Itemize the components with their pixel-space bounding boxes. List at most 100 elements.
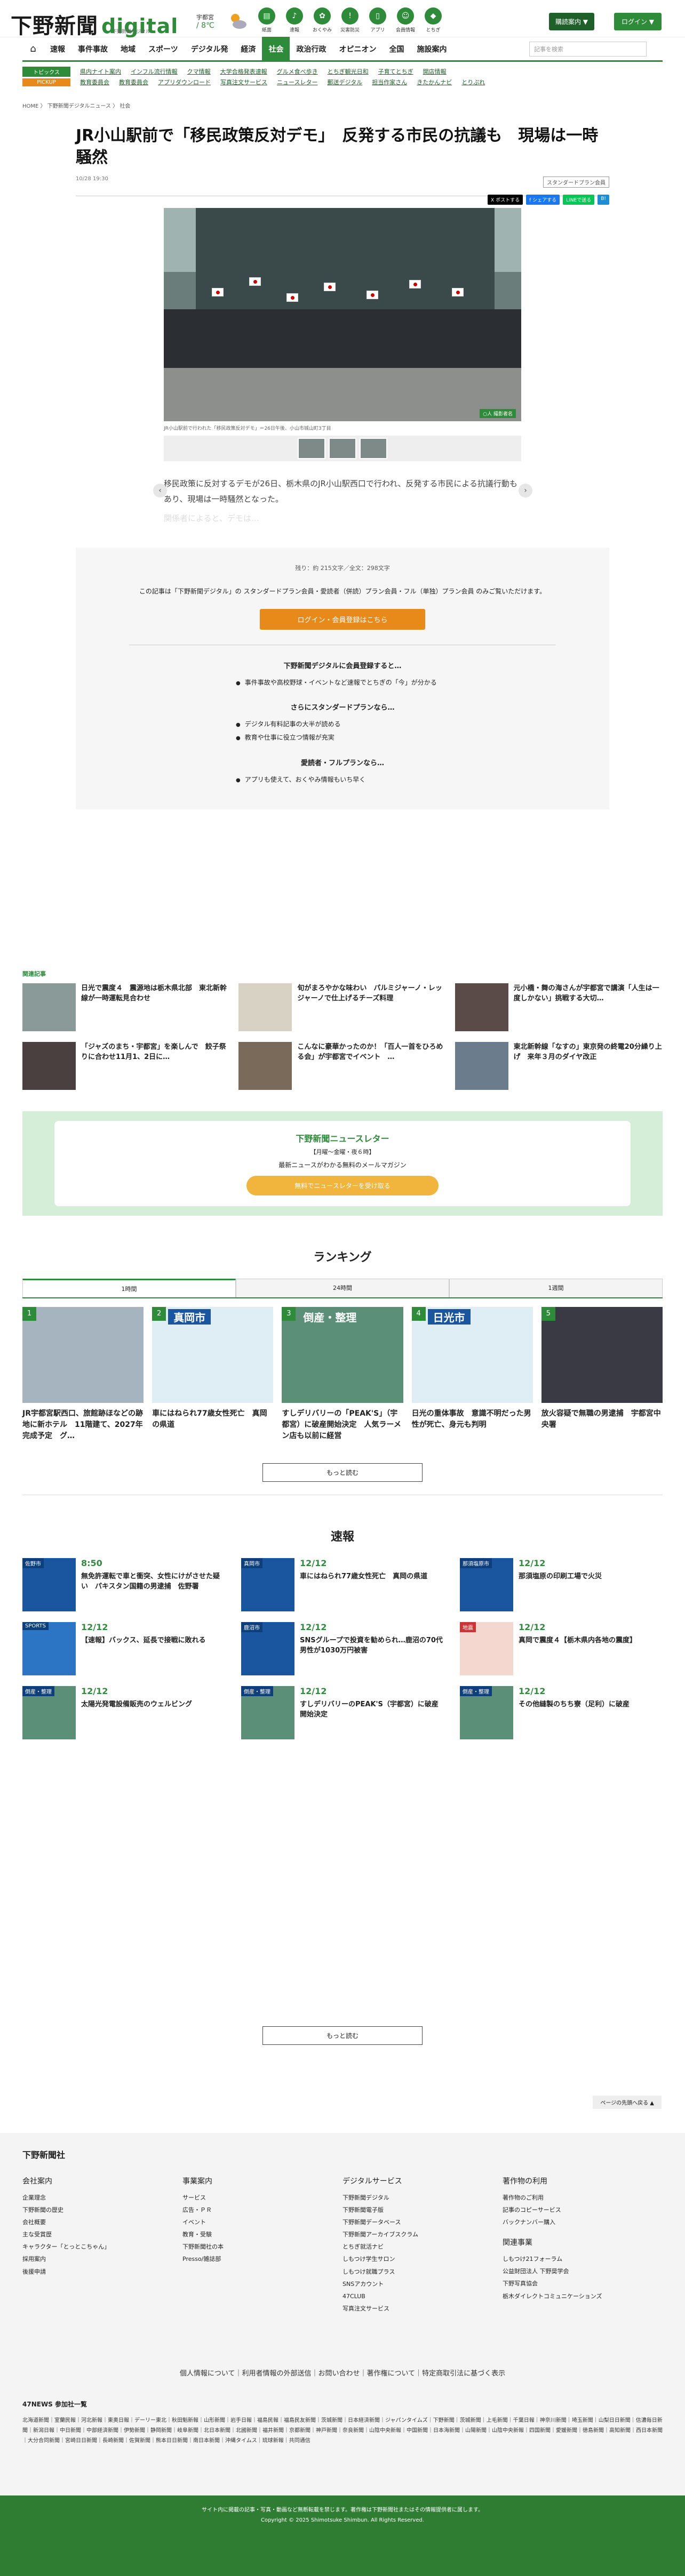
share-hatena-button[interactable]: B! xyxy=(598,195,609,205)
related-item[interactable]: 「ジャズのまち・宇都宮」を楽しんで 餃子祭りに合わせ11月1、2日に… xyxy=(22,1041,230,1090)
related-item[interactable]: 東北新幹線「なすの」東京発の終電20分繰り上げ 来年３月のダイヤ改正 xyxy=(455,1041,663,1090)
nav-item-sports[interactable]: スポーツ xyxy=(142,37,185,61)
pickup-link[interactable]: 写真注文サービス xyxy=(220,78,267,86)
header-link-obituary[interactable]: ✿ おくやみ xyxy=(312,7,333,33)
footer-link[interactable]: イベント xyxy=(182,2216,342,2228)
footer-link[interactable]: 栃木ダイレクトコミュニケーションズ xyxy=(503,2290,663,2302)
topic-link[interactable]: 県内ナイト案内 xyxy=(80,67,121,76)
footer-link[interactable]: 公益財団法人 下野奨学会 xyxy=(503,2265,663,2277)
footer-link[interactable]: 記事のコピーサービス xyxy=(503,2204,663,2216)
slider-prev-icon[interactable]: ‹ xyxy=(153,484,167,497)
47news-list[interactable]: 北海道新聞｜室蘭民報｜河北新報｜東奥日報｜デーリー東北｜秋田魁新報｜山形新聞｜岩… xyxy=(22,2415,663,2446)
footer-link[interactable]: 下野新聞データベース xyxy=(342,2216,503,2228)
footer-link[interactable]: 下野新聞社の本 xyxy=(182,2241,342,2253)
login-register-button[interactable]: ログイン・会員登録はこちら xyxy=(260,609,425,630)
footer-link[interactable]: 広告・ＰＲ xyxy=(182,2204,342,2216)
footer-link[interactable]: 下野新聞の歴史 xyxy=(22,2204,182,2216)
footer-link[interactable]: しもつけ学生サロン xyxy=(342,2253,503,2265)
breaking-item[interactable]: 地震 12/12 真岡で震度４【栃木県内各地の震度】 xyxy=(460,1622,663,1675)
pickup-link[interactable]: ニュースレター xyxy=(277,78,317,86)
footer-link[interactable]: 主な受賞歴 xyxy=(22,2228,182,2241)
pickup-link[interactable]: 教育委員会 xyxy=(119,78,148,86)
tab-1week[interactable]: 1週間 xyxy=(449,1278,663,1297)
tab-24hour[interactable]: 24時間 xyxy=(236,1278,449,1297)
site-logo[interactable]: 下野新聞 digital xyxy=(11,9,178,39)
header-link-breaking[interactable]: ♪ 速報 xyxy=(284,7,305,33)
ranking-item[interactable]: 4 日光市 日光の重体事故 意識不明だった男性が死亡、身元も判明 xyxy=(411,1306,533,1442)
footer-link[interactable]: 写真注文サービス xyxy=(342,2302,503,2315)
slider-next-icon[interactable]: › xyxy=(519,484,532,497)
topic-link[interactable]: 子育てとちぎ xyxy=(378,67,413,76)
nav-item-national[interactable]: 全国 xyxy=(383,37,410,61)
footer-link[interactable]: 採用案内 xyxy=(22,2253,182,2265)
footer-link[interactable]: 下野新聞電子版 xyxy=(342,2204,503,2216)
ranking-item[interactable]: 1 JR宇都宮駅西口、旅館跡ほなどの跡地に新ホテル 11階建て、2027年完成予定… xyxy=(22,1306,144,1442)
topic-link[interactable]: インフル流行情報 xyxy=(131,67,178,76)
header-link-disaster[interactable]: ! 災害防災 xyxy=(339,7,361,33)
breaking-more-button[interactable]: もっと読む xyxy=(262,2026,423,2045)
pickup-link[interactable]: アプリダウンロード xyxy=(158,78,211,86)
footer-link[interactable]: バックナンバー購入 xyxy=(503,2216,663,2228)
related-item[interactable]: こんなに豪華かったのか！「百人一首をひろめる会」が宇都宮でイベント … xyxy=(238,1041,446,1090)
subscribe-button[interactable]: 購読案内 ▼ xyxy=(548,13,594,30)
breaking-item[interactable]: 佐野市 8:50 無免許運転で車と衝突、女性にけがさせた疑い パキスタン国籍の男逮捕… xyxy=(22,1558,225,1611)
photo-slider[interactable]: ○人 撮影者名 xyxy=(164,208,521,421)
thumbnail[interactable] xyxy=(329,438,356,459)
nav-item-breaking[interactable]: 速報 xyxy=(44,37,71,61)
footer-link[interactable]: 後援申請 xyxy=(22,2266,182,2278)
breaking-item[interactable]: 真岡市 12/12 車にはねられ77歳女性死亡 真岡の県道 xyxy=(241,1558,444,1611)
nav-item-economy[interactable]: 経済 xyxy=(234,37,262,61)
nav-item-society[interactable]: 社会 xyxy=(262,36,290,61)
topic-link[interactable]: クマ情報 xyxy=(187,67,211,76)
nav-item-incident[interactable]: 事件事故 xyxy=(71,37,114,61)
tab-1hour[interactable]: 1時間 xyxy=(22,1278,236,1297)
footer-link[interactable]: SNSアカウント xyxy=(342,2278,503,2290)
footer-link[interactable]: 著作物のご利用 xyxy=(503,2192,663,2204)
footer-link[interactable]: とちぎ就活ナビ xyxy=(342,2241,503,2253)
footer-link[interactable]: 47CLUB xyxy=(342,2290,503,2302)
ranking-more-button[interactable]: もっと読む xyxy=(262,1463,423,1482)
footer-link[interactable]: しもつけ就職プラス xyxy=(342,2266,503,2278)
pickup-link[interactable]: 教育委員会 xyxy=(80,78,109,86)
share-facebook-button[interactable]: f シェアする xyxy=(526,195,560,205)
topic-link[interactable]: とちぎ観光日和 xyxy=(328,67,369,76)
header-link-member[interactable]: ☺ 会員情報 xyxy=(395,7,416,33)
thumbnail[interactable] xyxy=(298,438,325,459)
breaking-item[interactable]: 倒産・整理 12/12 すしデリバリーのPEAK'S（宇都宮）に破産開始決定 xyxy=(241,1686,444,1739)
nav-item-politics[interactable]: 政治行政 xyxy=(290,37,332,61)
ranking-item[interactable]: 2 真岡市 車にはねられ77歳女性死亡 真岡の県道 xyxy=(152,1306,274,1442)
footer-link[interactable]: 会社概要 xyxy=(22,2216,182,2228)
footer-link[interactable]: 企業理念 xyxy=(22,2192,182,2204)
home-icon[interactable]: ⌂ xyxy=(22,43,44,54)
footer-link[interactable]: サービス xyxy=(182,2192,342,2204)
share-x-button[interactable]: X ポストする xyxy=(488,195,523,205)
topic-link[interactable]: グルメ食べ歩き xyxy=(277,67,318,76)
footer-link[interactable]: 下野新聞デジタル xyxy=(342,2192,503,2204)
newsletter-subscribe-button[interactable]: 無料でニュースレターを受け取る xyxy=(246,1175,439,1195)
related-item[interactable]: 日光で震度４ 震源地は栃木県北部 東北新幹線が一時運転見合わせ xyxy=(22,983,230,1031)
breadcrumb[interactable]: HOME 〉 下野新聞デジタルニュース 〉 社会 xyxy=(22,92,663,109)
breaking-item[interactable]: 鹿沼市 12/12 SNSグループで投資を勧められ…鹿沼の70代男性が1030万円被… xyxy=(241,1622,444,1675)
related-item[interactable]: 旬がまろやかな味わい パルミジャーノ・レッジャーノで仕上げるチーズ料理 xyxy=(238,983,446,1031)
thumbnail[interactable] xyxy=(360,438,387,459)
pickup-link[interactable]: 郵送デジタル xyxy=(327,78,362,86)
footer-link[interactable]: 下野写真協会 xyxy=(503,2277,663,2290)
page-top-button[interactable]: ページの先頭へ戻る ▲ xyxy=(593,2096,662,2109)
footer-link[interactable]: しもつけ21フォーラム xyxy=(503,2253,663,2265)
breaking-item[interactable]: 倒産・整理 12/12 太陽光発電設備販売のウェルビング xyxy=(22,1686,225,1739)
nav-item-digital[interactable]: デジタル発 xyxy=(185,37,235,61)
footer-logo[interactable]: 下野新聞社 xyxy=(22,2148,65,2161)
ranking-item[interactable]: 5 放火容疑で無職の男逮捕 宇都宮中央署 xyxy=(541,1306,663,1442)
nav-item-opinion[interactable]: オピニオン xyxy=(332,37,383,61)
pickup-link[interactable]: とりぷれ xyxy=(461,78,485,86)
header-link-app[interactable]: ▯ アプリ xyxy=(367,7,388,33)
pickup-link[interactable]: きたかんナビ xyxy=(417,78,452,86)
search-input[interactable]: 記事を検索 xyxy=(529,42,647,57)
footer-link[interactable]: 教育・受験 xyxy=(182,2228,342,2241)
footer-link[interactable]: 下野新聞アーカイブスクラム xyxy=(342,2228,503,2241)
footer-link[interactable]: キャラクター「とっとこちゃん」 xyxy=(22,2241,182,2253)
breaking-item[interactable]: SPORTS 12/12 【速報】バックス、延長で接戦に敗れる xyxy=(22,1622,225,1675)
header-link-tochigi[interactable]: ◆ とちぎ xyxy=(423,7,444,33)
related-item[interactable]: 元小橋・舞の海さんが宇都宮で講演「人生は一度しかない」挑戦する大切… xyxy=(455,983,663,1031)
share-line-button[interactable]: LINEで送る xyxy=(563,195,595,205)
